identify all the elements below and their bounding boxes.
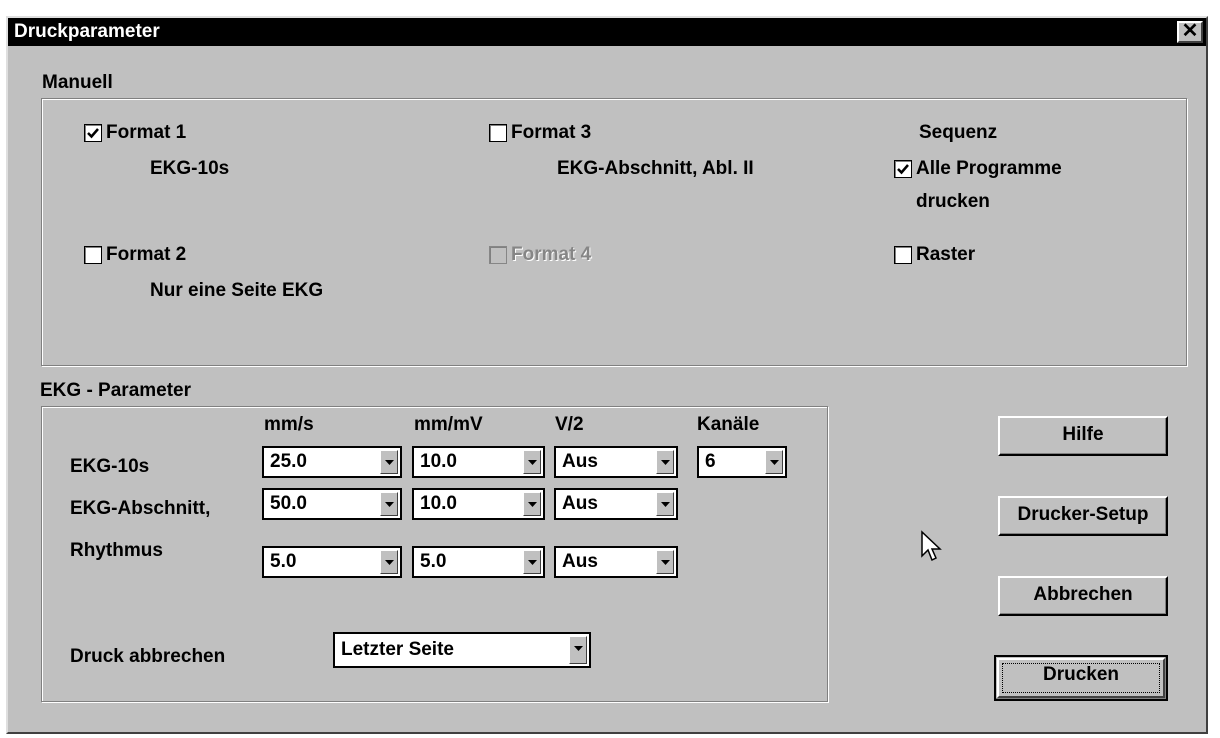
col-header-channels: Kanäle bbox=[697, 414, 760, 435]
dropdown-arrow-icon[interactable] bbox=[523, 492, 541, 516]
raster-label: Raster bbox=[916, 244, 976, 265]
dropdown-arrow-icon[interactable] bbox=[523, 450, 541, 474]
print-all-box bbox=[894, 160, 912, 178]
format3-label: Format 3 bbox=[511, 122, 592, 143]
rhythm-mmmv-value: 5.0 bbox=[420, 551, 447, 572]
mouse-pointer-icon bbox=[921, 530, 942, 562]
title-bar: Druckparameter ✕ bbox=[8, 18, 1206, 46]
ekg10s-v2-select[interactable]: Aus bbox=[554, 446, 678, 478]
format4-box bbox=[489, 246, 507, 264]
format1-label: Format 1 bbox=[106, 122, 187, 143]
col-header-v2: V/2 bbox=[555, 414, 584, 435]
print-button-label: Drucken bbox=[1042, 664, 1120, 685]
format2-label: Format 2 bbox=[106, 244, 187, 265]
help-button[interactable]: Hilfe bbox=[998, 416, 1168, 456]
format2-description: Nur eine Seite EKG bbox=[150, 280, 324, 301]
dropdown-arrow-icon[interactable] bbox=[380, 492, 398, 516]
manual-group-title: Manuell bbox=[42, 72, 113, 93]
dropdown-arrow-icon[interactable] bbox=[656, 550, 674, 574]
format3-description: EKG-Abschnitt, Abl. II bbox=[557, 158, 754, 179]
abort-print-select[interactable]: Letzter Seite bbox=[333, 632, 591, 668]
format4-checkbox: Format 4 bbox=[489, 244, 591, 266]
ekg10s-channels-value: 6 bbox=[705, 451, 716, 472]
raster-checkbox[interactable]: Raster bbox=[894, 244, 975, 266]
print-button[interactable]: Drucken bbox=[994, 655, 1168, 701]
ekg10s-mms-select[interactable]: 25.0 bbox=[262, 446, 402, 478]
printer-setup-button[interactable]: Drucker-Setup bbox=[998, 496, 1168, 536]
abort-print-value: Letzter Seite bbox=[341, 639, 454, 660]
ekg-section-mmmv-select[interactable]: 10.0 bbox=[412, 488, 545, 520]
format1-description: EKG-10s bbox=[150, 158, 230, 179]
ekg-section-mms-value: 50.0 bbox=[270, 493, 307, 514]
ekg-section-mmmv-value: 10.0 bbox=[420, 493, 457, 514]
ekg10s-mmmv-select[interactable]: 10.0 bbox=[412, 446, 545, 478]
rhythm-mmmv-select[interactable]: 5.0 bbox=[412, 546, 545, 578]
dropdown-arrow-icon[interactable] bbox=[380, 450, 398, 474]
manual-group bbox=[41, 98, 1187, 366]
format2-checkbox[interactable]: Format 2 bbox=[84, 244, 186, 266]
format3-checkbox[interactable]: Format 3 bbox=[489, 122, 591, 144]
ekg-section-mms-select[interactable]: 50.0 bbox=[262, 488, 402, 520]
raster-box bbox=[894, 246, 912, 264]
close-icon: ✕ bbox=[1181, 20, 1199, 42]
dropdown-arrow-icon[interactable] bbox=[765, 450, 783, 474]
row-label-ekg-section: EKG-Abschnitt, bbox=[70, 498, 211, 519]
dropdown-arrow-icon[interactable] bbox=[656, 492, 674, 516]
cancel-button[interactable]: Abbrechen bbox=[998, 576, 1168, 616]
dropdown-arrow-icon[interactable] bbox=[380, 550, 398, 574]
print-all-label-line2: drucken bbox=[916, 191, 990, 212]
format2-box bbox=[84, 246, 102, 264]
print-all-label-line1: Alle Programme bbox=[916, 158, 1062, 179]
format4-label: Format 4 bbox=[511, 244, 592, 265]
abort-print-label: Druck abbrechen bbox=[70, 646, 226, 667]
format1-checkbox[interactable]: Format 1 bbox=[84, 122, 186, 144]
window-title: Druckparameter bbox=[14, 21, 160, 42]
ekg-group-title: EKG - Parameter bbox=[40, 380, 192, 401]
ekg10s-mms-value: 25.0 bbox=[270, 451, 307, 472]
dropdown-arrow-icon[interactable] bbox=[656, 450, 674, 474]
print-all-label: Alle Programme drucken bbox=[916, 158, 1062, 213]
rhythm-v2-select[interactable]: Aus bbox=[554, 546, 678, 578]
format1-box bbox=[84, 124, 102, 142]
print-all-checkbox[interactable]: Alle Programme drucken bbox=[894, 158, 1062, 213]
print-parameters-dialog: Druckparameter ✕ Manuell Format 1 EKG-10… bbox=[6, 16, 1208, 734]
col-header-mmmv: mm/mV bbox=[414, 414, 483, 435]
row-label-rhythm: Rhythmus bbox=[70, 540, 163, 561]
ekg-section-v2-select[interactable]: Aus bbox=[554, 488, 678, 520]
dropdown-arrow-icon[interactable] bbox=[569, 636, 587, 664]
rhythm-mms-value: 5.0 bbox=[270, 551, 297, 572]
col-header-mms: mm/s bbox=[264, 414, 314, 435]
close-button[interactable]: ✕ bbox=[1177, 21, 1203, 43]
checkmark-icon bbox=[87, 128, 99, 139]
rhythm-mms-select[interactable]: 5.0 bbox=[262, 546, 402, 578]
ekg10s-mmmv-value: 10.0 bbox=[420, 451, 457, 472]
ekg10s-channels-select[interactable]: 6 bbox=[697, 446, 787, 478]
row-label-ekg10s: EKG-10s bbox=[70, 456, 150, 477]
dropdown-arrow-icon[interactable] bbox=[523, 550, 541, 574]
checkmark-icon bbox=[897, 164, 909, 175]
rhythm-v2-value: Aus bbox=[562, 551, 598, 572]
format3-box bbox=[489, 124, 507, 142]
sequence-title: Sequenz bbox=[919, 122, 998, 143]
ekg-section-v2-value: Aus bbox=[562, 493, 598, 514]
ekg10s-v2-value: Aus bbox=[562, 451, 598, 472]
